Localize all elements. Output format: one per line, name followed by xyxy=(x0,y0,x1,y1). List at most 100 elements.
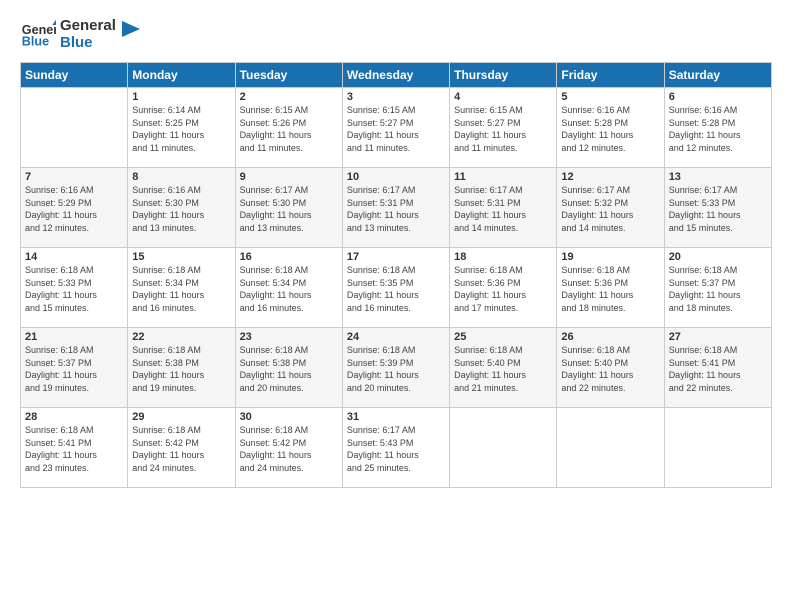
calendar-cell: 29Sunrise: 6:18 AM Sunset: 5:42 PM Dayli… xyxy=(128,408,235,488)
col-header-tuesday: Tuesday xyxy=(235,63,342,88)
day-number: 23 xyxy=(240,331,338,343)
cell-text: Sunrise: 6:16 AM Sunset: 5:30 PM Dayligh… xyxy=(132,184,230,234)
header: General Blue General Blue xyxy=(20,16,772,52)
calendar-cell: 22Sunrise: 6:18 AM Sunset: 5:38 PM Dayli… xyxy=(128,328,235,408)
cell-text: Sunrise: 6:18 AM Sunset: 5:34 PM Dayligh… xyxy=(240,264,338,314)
logo-general: General xyxy=(60,17,116,34)
cell-text: Sunrise: 6:15 AM Sunset: 5:26 PM Dayligh… xyxy=(240,104,338,154)
cell-text: Sunrise: 6:18 AM Sunset: 5:41 PM Dayligh… xyxy=(25,424,123,474)
calendar-cell: 19Sunrise: 6:18 AM Sunset: 5:36 PM Dayli… xyxy=(557,248,664,328)
day-number: 14 xyxy=(25,251,123,263)
calendar-cell: 20Sunrise: 6:18 AM Sunset: 5:37 PM Dayli… xyxy=(664,248,771,328)
calendar-cell: 18Sunrise: 6:18 AM Sunset: 5:36 PM Dayli… xyxy=(450,248,557,328)
calendar-cell: 23Sunrise: 6:18 AM Sunset: 5:38 PM Dayli… xyxy=(235,328,342,408)
cell-text: Sunrise: 6:15 AM Sunset: 5:27 PM Dayligh… xyxy=(454,104,552,154)
day-number: 25 xyxy=(454,331,552,343)
day-number: 24 xyxy=(347,331,445,343)
col-header-monday: Monday xyxy=(128,63,235,88)
calendar-cell: 9Sunrise: 6:17 AM Sunset: 5:30 PM Daylig… xyxy=(235,168,342,248)
cell-text: Sunrise: 6:18 AM Sunset: 5:41 PM Dayligh… xyxy=(669,344,767,394)
calendar-header-row: SundayMondayTuesdayWednesdayThursdayFrid… xyxy=(21,63,772,88)
calendar-cell: 13Sunrise: 6:17 AM Sunset: 5:33 PM Dayli… xyxy=(664,168,771,248)
cell-text: Sunrise: 6:18 AM Sunset: 5:37 PM Dayligh… xyxy=(669,264,767,314)
cell-text: Sunrise: 6:18 AM Sunset: 5:39 PM Dayligh… xyxy=(347,344,445,394)
page: General Blue General Blue SundayMondayTu… xyxy=(0,0,792,612)
cell-text: Sunrise: 6:17 AM Sunset: 5:32 PM Dayligh… xyxy=(561,184,659,234)
cell-text: Sunrise: 6:17 AM Sunset: 5:31 PM Dayligh… xyxy=(454,184,552,234)
logo: General Blue General Blue xyxy=(20,16,140,52)
day-number: 17 xyxy=(347,251,445,263)
calendar-cell xyxy=(21,88,128,168)
cell-text: Sunrise: 6:16 AM Sunset: 5:28 PM Dayligh… xyxy=(561,104,659,154)
day-number: 26 xyxy=(561,331,659,343)
day-number: 15 xyxy=(132,251,230,263)
calendar-cell: 14Sunrise: 6:18 AM Sunset: 5:33 PM Dayli… xyxy=(21,248,128,328)
col-header-saturday: Saturday xyxy=(664,63,771,88)
calendar-cell: 10Sunrise: 6:17 AM Sunset: 5:31 PM Dayli… xyxy=(342,168,449,248)
calendar-cell: 11Sunrise: 6:17 AM Sunset: 5:31 PM Dayli… xyxy=(450,168,557,248)
cell-text: Sunrise: 6:17 AM Sunset: 5:43 PM Dayligh… xyxy=(347,424,445,474)
col-header-sunday: Sunday xyxy=(21,63,128,88)
cell-text: Sunrise: 6:18 AM Sunset: 5:36 PM Dayligh… xyxy=(454,264,552,314)
cell-text: Sunrise: 6:17 AM Sunset: 5:33 PM Dayligh… xyxy=(669,184,767,234)
day-number: 30 xyxy=(240,411,338,423)
day-number: 16 xyxy=(240,251,338,263)
calendar-cell: 8Sunrise: 6:16 AM Sunset: 5:30 PM Daylig… xyxy=(128,168,235,248)
cell-text: Sunrise: 6:16 AM Sunset: 5:29 PM Dayligh… xyxy=(25,184,123,234)
col-header-wednesday: Wednesday xyxy=(342,63,449,88)
day-number: 20 xyxy=(669,251,767,263)
day-number: 19 xyxy=(561,251,659,263)
cell-text: Sunrise: 6:16 AM Sunset: 5:28 PM Dayligh… xyxy=(669,104,767,154)
day-number: 6 xyxy=(669,91,767,103)
calendar-cell: 17Sunrise: 6:18 AM Sunset: 5:35 PM Dayli… xyxy=(342,248,449,328)
cell-text: Sunrise: 6:18 AM Sunset: 5:40 PM Dayligh… xyxy=(454,344,552,394)
week-row-1: 1Sunrise: 6:14 AM Sunset: 5:25 PM Daylig… xyxy=(21,88,772,168)
calendar-cell xyxy=(450,408,557,488)
calendar-cell: 25Sunrise: 6:18 AM Sunset: 5:40 PM Dayli… xyxy=(450,328,557,408)
day-number: 4 xyxy=(454,91,552,103)
cell-text: Sunrise: 6:18 AM Sunset: 5:36 PM Dayligh… xyxy=(561,264,659,314)
calendar-cell: 24Sunrise: 6:18 AM Sunset: 5:39 PM Dayli… xyxy=(342,328,449,408)
calendar-cell: 6Sunrise: 6:16 AM Sunset: 5:28 PM Daylig… xyxy=(664,88,771,168)
day-number: 12 xyxy=(561,171,659,183)
calendar-cell: 15Sunrise: 6:18 AM Sunset: 5:34 PM Dayli… xyxy=(128,248,235,328)
day-number: 21 xyxy=(25,331,123,343)
logo-icon: General Blue xyxy=(20,16,56,52)
cell-text: Sunrise: 6:18 AM Sunset: 5:38 PM Dayligh… xyxy=(132,344,230,394)
col-header-thursday: Thursday xyxy=(450,63,557,88)
day-number: 8 xyxy=(132,171,230,183)
week-row-3: 14Sunrise: 6:18 AM Sunset: 5:33 PM Dayli… xyxy=(21,248,772,328)
calendar-cell: 27Sunrise: 6:18 AM Sunset: 5:41 PM Dayli… xyxy=(664,328,771,408)
calendar-cell: 26Sunrise: 6:18 AM Sunset: 5:40 PM Dayli… xyxy=(557,328,664,408)
day-number: 29 xyxy=(132,411,230,423)
calendar-cell: 3Sunrise: 6:15 AM Sunset: 5:27 PM Daylig… xyxy=(342,88,449,168)
day-number: 27 xyxy=(669,331,767,343)
calendar-cell: 28Sunrise: 6:18 AM Sunset: 5:41 PM Dayli… xyxy=(21,408,128,488)
calendar-cell: 7Sunrise: 6:16 AM Sunset: 5:29 PM Daylig… xyxy=(21,168,128,248)
cell-text: Sunrise: 6:18 AM Sunset: 5:38 PM Dayligh… xyxy=(240,344,338,394)
day-number: 9 xyxy=(240,171,338,183)
calendar-cell: 2Sunrise: 6:15 AM Sunset: 5:26 PM Daylig… xyxy=(235,88,342,168)
day-number: 22 xyxy=(132,331,230,343)
cell-text: Sunrise: 6:14 AM Sunset: 5:25 PM Dayligh… xyxy=(132,104,230,154)
day-number: 13 xyxy=(669,171,767,183)
cell-text: Sunrise: 6:17 AM Sunset: 5:31 PM Dayligh… xyxy=(347,184,445,234)
cell-text: Sunrise: 6:18 AM Sunset: 5:35 PM Dayligh… xyxy=(347,264,445,314)
week-row-2: 7Sunrise: 6:16 AM Sunset: 5:29 PM Daylig… xyxy=(21,168,772,248)
cell-text: Sunrise: 6:18 AM Sunset: 5:33 PM Dayligh… xyxy=(25,264,123,314)
day-number: 18 xyxy=(454,251,552,263)
day-number: 31 xyxy=(347,411,445,423)
day-number: 28 xyxy=(25,411,123,423)
calendar-cell: 12Sunrise: 6:17 AM Sunset: 5:32 PM Dayli… xyxy=(557,168,664,248)
day-number: 7 xyxy=(25,171,123,183)
calendar-cell: 5Sunrise: 6:16 AM Sunset: 5:28 PM Daylig… xyxy=(557,88,664,168)
day-number: 3 xyxy=(347,91,445,103)
cell-text: Sunrise: 6:18 AM Sunset: 5:40 PM Dayligh… xyxy=(561,344,659,394)
cell-text: Sunrise: 6:18 AM Sunset: 5:42 PM Dayligh… xyxy=(132,424,230,474)
logo-flag-icon xyxy=(122,21,140,43)
logo-blue: Blue xyxy=(60,34,116,51)
cell-text: Sunrise: 6:18 AM Sunset: 5:37 PM Dayligh… xyxy=(25,344,123,394)
day-number: 11 xyxy=(454,171,552,183)
day-number: 1 xyxy=(132,91,230,103)
calendar-cell: 31Sunrise: 6:17 AM Sunset: 5:43 PM Dayli… xyxy=(342,408,449,488)
